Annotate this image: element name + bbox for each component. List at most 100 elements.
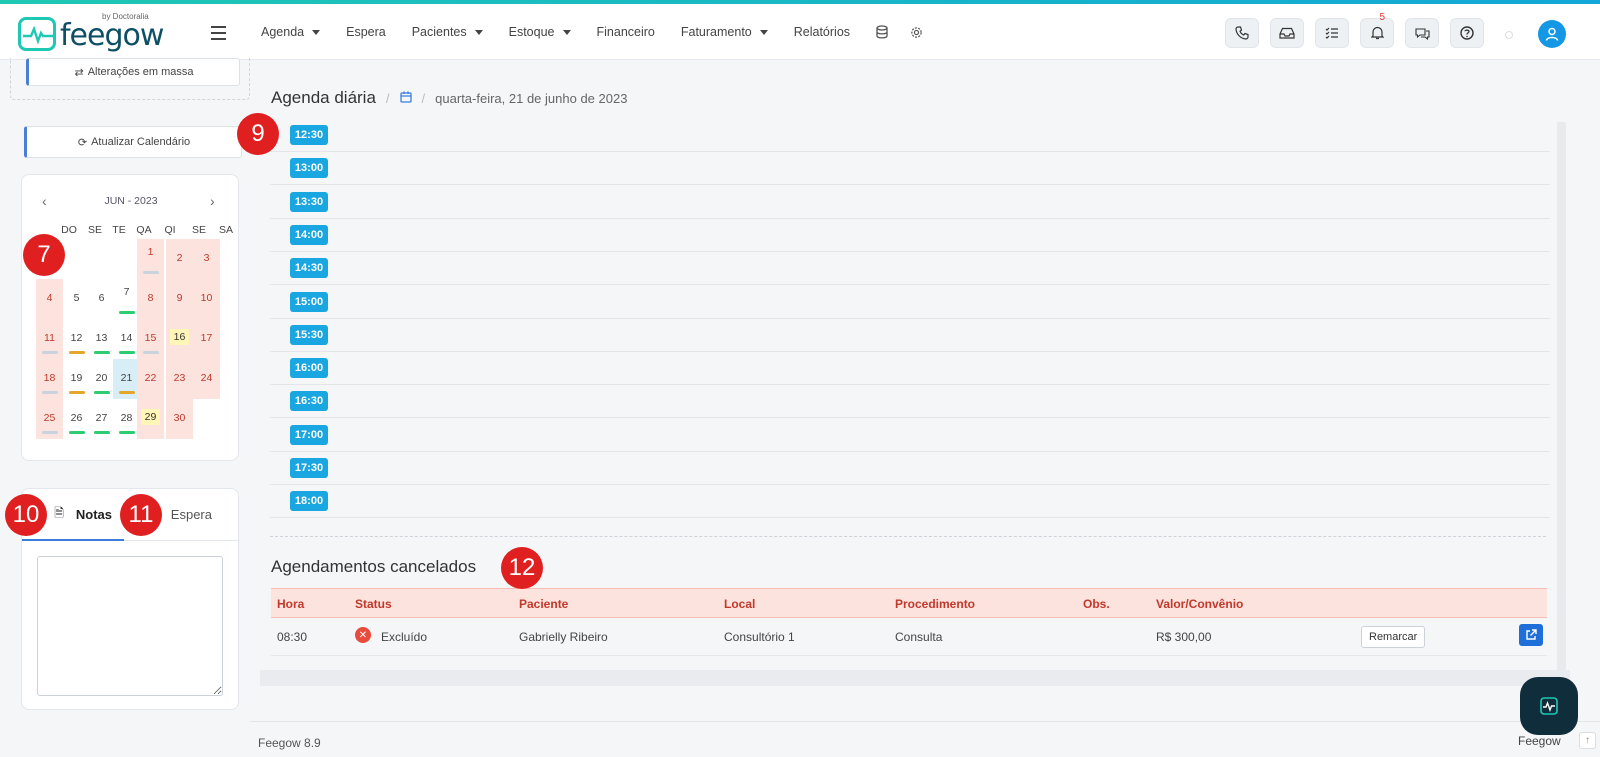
chevron-down-icon — [562, 29, 571, 35]
calendar-day[interactable]: 19 — [63, 359, 90, 399]
day-number: 23 — [173, 372, 186, 384]
calendar-day[interactable]: 21 — [113, 359, 140, 399]
notifications-button[interactable]: 5 — [1360, 12, 1394, 48]
calendar-day[interactable]: 13 — [88, 319, 115, 359]
scrollbar[interactable] — [1557, 122, 1566, 672]
open-external-button[interactable] — [1519, 624, 1543, 646]
day-number: 11 — [44, 332, 55, 344]
settings-icon[interactable] — [910, 26, 923, 39]
database-icon[interactable] — [876, 25, 888, 39]
phone-button[interactable] — [1225, 18, 1259, 48]
time-slot-label[interactable]: 15:00 — [290, 291, 328, 312]
calendar-day[interactable]: 25 — [36, 399, 63, 439]
calendar-day[interactable]: 5 — [63, 279, 90, 319]
calendar-day[interactable]: 16 — [166, 319, 193, 359]
time-slot-label[interactable]: 13:00 — [290, 158, 328, 179]
calendar-day[interactable]: 14 — [113, 319, 140, 359]
calendar-day[interactable]: 20 — [88, 359, 115, 399]
time-slot-row[interactable]: 13:30 — [270, 185, 1550, 219]
day-number: 26 — [70, 412, 83, 424]
calendar-day[interactable]: 9 — [166, 279, 193, 319]
menu-toggle-icon[interactable] — [211, 26, 226, 44]
help-button[interactable] — [1450, 18, 1484, 48]
col-paciente: Paciente — [519, 597, 569, 611]
nav-agenda[interactable]: Agenda — [261, 25, 321, 39]
time-slot-row[interactable]: 17:00 — [270, 418, 1550, 452]
day-number: 28 — [120, 412, 133, 424]
calendar-day[interactable]: 23 — [166, 359, 193, 399]
calendar-day[interactable]: 26 — [63, 399, 90, 439]
calendar-day[interactable]: 28 — [113, 399, 140, 439]
time-slot-label[interactable]: 16:00 — [290, 358, 328, 379]
calendar-day[interactable]: 27 — [88, 399, 115, 439]
time-slot-label[interactable]: 13:30 — [290, 191, 328, 212]
user-avatar[interactable] — [1538, 20, 1566, 48]
nav-estoque[interactable]: Estoque — [509, 25, 571, 39]
time-slot-row[interactable]: 18:00 — [270, 484, 1550, 519]
time-slot-label[interactable]: 15:30 — [290, 324, 328, 345]
calendar-day[interactable]: 6 — [88, 279, 115, 319]
nav-pacientes[interactable]: Pacientes — [412, 25, 483, 39]
nav-espera[interactable]: Espera — [346, 25, 386, 39]
mass-changes-button[interactable]: ⇄ Alterações em massa — [26, 58, 240, 86]
calendar-icon[interactable] — [399, 91, 412, 106]
time-slot-label[interactable]: 17:00 — [290, 424, 328, 445]
time-slot-label[interactable]: 18:00 — [290, 491, 328, 512]
time-slot-row[interactable]: 13:00 — [270, 151, 1550, 186]
calendar-day[interactable]: 12 — [63, 319, 90, 359]
calendar-day[interactable]: 30 — [166, 399, 193, 439]
time-slot-row[interactable]: 12:30 — [270, 118, 1550, 152]
time-slot-row[interactable]: 16:30 — [270, 384, 1550, 419]
calendar-day[interactable]: 15 — [137, 319, 164, 359]
time-slot-row[interactable]: 17:30 — [270, 451, 1550, 485]
external-link-icon — [1526, 629, 1537, 640]
day-number: 4 — [46, 292, 53, 304]
scroll-to-top-button[interactable]: ↑ — [1579, 732, 1596, 749]
update-calendar-button[interactable]: ⟳ Atualizar Calendário — [24, 126, 242, 158]
calendar-day[interactable]: 29 — [137, 399, 164, 439]
calendar-day[interactable]: 3 — [193, 239, 220, 279]
calendar-day[interactable]: 1 — [137, 239, 164, 279]
time-slot-row[interactable]: 16:00 — [270, 351, 1550, 386]
time-slot-row[interactable]: 14:30 — [270, 251, 1550, 286]
calendar-day[interactable]: 22 — [137, 359, 164, 399]
time-slot-label[interactable]: 12:30 — [290, 125, 328, 145]
calendar-day[interactable]: 7 — [113, 279, 140, 319]
reschedule-button[interactable]: Remarcar — [1361, 626, 1426, 648]
logo-text: feegow — [60, 18, 164, 53]
nav-financeiro[interactable]: Financeiro — [597, 25, 655, 39]
current-date: quarta-feira, 21 de junho de 2023 — [435, 90, 628, 106]
chevron-right-icon[interactable]: › — [210, 193, 215, 209]
chat-button[interactable] — [1405, 18, 1439, 48]
calendar-day[interactable]: 11 — [36, 319, 63, 359]
calendar-day[interactable]: 10 — [193, 279, 220, 319]
logo[interactable]: feegow by Doctoralia — [18, 12, 164, 53]
inbox-button[interactable] — [1270, 18, 1304, 48]
nav-relatorios[interactable]: Relatórios — [794, 25, 850, 39]
col-hora: Hora — [277, 597, 305, 611]
checklist-button[interactable] — [1315, 18, 1349, 48]
calendar-day[interactable]: 17 — [193, 319, 220, 359]
calendar-day[interactable]: 4 — [36, 279, 63, 319]
assistant-fab-button[interactable] — [1520, 677, 1578, 735]
time-slot-row[interactable]: 14:00 — [270, 218, 1550, 252]
time-slot-label[interactable]: 17:30 — [290, 458, 328, 478]
calendar-day[interactable]: 8 — [137, 279, 164, 319]
time-slot-row[interactable]: 15:00 — [270, 285, 1550, 319]
day-number: 12 — [70, 332, 83, 344]
calendar-day[interactable]: 2 — [166, 239, 193, 279]
logo-icon — [18, 16, 56, 51]
time-slot-row[interactable]: 15:30 — [270, 318, 1550, 352]
time-slot-label[interactable]: 16:30 — [290, 391, 328, 412]
nav-faturamento[interactable]: Faturamento — [681, 25, 768, 39]
day-number: 13 — [95, 332, 108, 344]
notes-textarea[interactable] — [37, 556, 223, 696]
time-slot-label[interactable]: 14:30 — [290, 258, 328, 279]
footer-version: Feegow 8.9 — [258, 736, 321, 750]
appointment-indicator — [42, 351, 58, 354]
calendar-day[interactable]: 24 — [193, 359, 220, 399]
logo-subtitle: by Doctoralia — [102, 12, 149, 21]
calendar-day[interactable]: 18 — [36, 359, 63, 399]
cancelled-table: Hora Status Paciente Local Procedimento … — [271, 588, 1547, 656]
time-slot-label[interactable]: 14:00 — [290, 224, 328, 245]
